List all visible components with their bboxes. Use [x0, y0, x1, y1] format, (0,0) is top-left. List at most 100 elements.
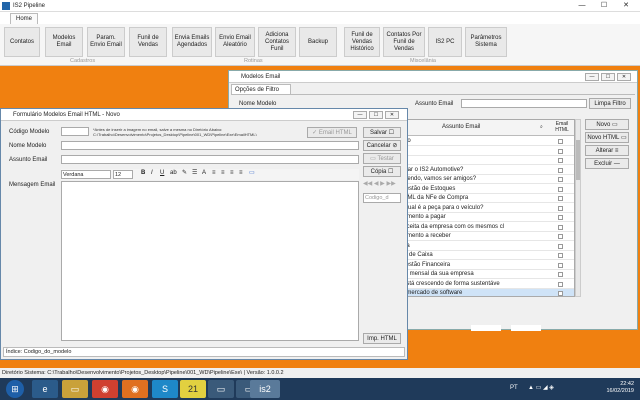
align-right-icon[interactable]: ≡ [230, 169, 234, 177]
search-icon[interactable]: ⌕ [540, 124, 543, 130]
param-envio-email-button[interactable]: Param. Envio Email [87, 27, 125, 57]
codigo-select[interactable]: Codigo_d [363, 193, 401, 203]
row-html-checkbox[interactable] [558, 205, 563, 211]
bg-footer-box-1 [471, 325, 501, 331]
row-html-checkbox[interactable] [558, 167, 563, 173]
envia-emails-agendados-button[interactable]: Envia Emails Agendados [172, 27, 212, 57]
grid-header-html[interactable]: Email HTML [552, 121, 572, 133]
contatos-button[interactable]: Contatos [4, 27, 40, 57]
row-html-checkbox[interactable] [558, 148, 563, 154]
novo-html-button[interactable]: Novo HTML ▭ [585, 132, 629, 143]
firefox-icon[interactable]: ◉ [122, 380, 148, 398]
alterar-label: Alterar [595, 147, 614, 154]
grid-scrollbar[interactable] [575, 119, 581, 297]
strike-icon[interactable]: ab [170, 169, 177, 177]
delete-icon: — [613, 160, 620, 167]
bg-minimize-button[interactable]: — [585, 73, 599, 81]
row-html-checkbox[interactable] [558, 215, 563, 220]
backup-button[interactable]: Backup [299, 27, 337, 57]
excluir-button[interactable]: Excluir — [585, 158, 629, 169]
row-html-checkbox[interactable] [558, 158, 563, 163]
funil-vendas-historico-button[interactable]: Funil de Vendas Histórico [344, 27, 380, 57]
filter-assunto-input[interactable] [461, 99, 587, 108]
new-html-icon: ▭ [621, 135, 627, 141]
clock-time: 22:42 [620, 381, 634, 387]
novo-button[interactable]: Novo ▭ [585, 119, 629, 130]
row-html-checkbox[interactable] [558, 272, 563, 277]
underline-icon[interactable]: U [160, 169, 164, 177]
form-minimize-button[interactable]: — [353, 111, 367, 119]
row-html-checkbox[interactable] [558, 243, 563, 249]
contatos-por-funil-button[interactable]: Contatos Por Funil de Vendas [383, 27, 425, 57]
codigo-input[interactable] [61, 127, 89, 136]
envio-email-aleatorio-button[interactable]: Envio Email Aleatório [215, 27, 255, 57]
is2-pc-button[interactable]: IS2 PC [428, 27, 462, 57]
justify-icon[interactable]: ≡ [239, 169, 243, 177]
start-icon[interactable]: ⊞ [6, 380, 24, 398]
row-html-checkbox[interactable] [558, 291, 563, 296]
chrome-icon[interactable]: ◉ [92, 380, 118, 398]
calendar-icon[interactable]: 21 [180, 380, 206, 398]
bg-maximize-button[interactable]: ☐ [601, 73, 615, 81]
font-color-icon[interactable]: A [202, 169, 206, 177]
salvar-button[interactable]: Salvar ☐ [363, 127, 401, 138]
close-button[interactable]: ✕ [616, 0, 636, 12]
align-left-icon[interactable]: ≡ [212, 169, 216, 177]
row-html-checkbox[interactable] [558, 224, 563, 230]
font-size-value: 12 [115, 172, 122, 178]
clock[interactable]: 22:42 16/02/2019 [606, 381, 634, 395]
grid-header-assunto[interactable]: Assunto Email [442, 124, 480, 130]
app-title: IS2 Pipeline [13, 2, 46, 9]
ie-icon[interactable]: e [32, 380, 58, 398]
font-size-select[interactable]: 12 [113, 170, 133, 179]
testar-button[interactable]: ▭ Testar [363, 153, 401, 164]
tab-opcoes-filtro[interactable]: Opções de Filtro [231, 84, 291, 94]
modelos-email-button[interactable]: Modelos Email [45, 27, 83, 57]
row-html-checkbox[interactable] [558, 262, 563, 268]
alterar-button[interactable]: Alterar ≡ [585, 145, 629, 156]
app-window-icon[interactable]: ▭ [208, 380, 234, 398]
adiciona-contatos-funil-button[interactable]: Adiciona Contatos Funil [258, 27, 296, 57]
link-icon[interactable]: ▭ [249, 169, 255, 177]
imp-html-button[interactable]: Imp. HTML [363, 333, 401, 344]
copia-button[interactable]: Cópia ☐ [363, 166, 401, 177]
row-html-checkbox[interactable] [558, 281, 563, 287]
row-html-checkbox[interactable] [558, 177, 563, 182]
editor-toolbar: Verdana 12 B I U ab ✎ ☰ A ≡ ≡ ≡ ≡ ▭ [61, 169, 359, 180]
italic-icon[interactable]: I [151, 169, 153, 177]
bullet-list-icon[interactable]: ☰ [192, 169, 197, 177]
is2-taskbar-button[interactable]: is2 [250, 380, 280, 398]
form-maximize-button[interactable]: ☐ [369, 111, 383, 119]
assunto-input[interactable] [61, 155, 359, 164]
font-name-select[interactable]: Verdana [61, 170, 111, 179]
limpa-filtro-button[interactable]: Limpa Filtro [589, 98, 631, 109]
mensagem-editor[interactable] [61, 181, 359, 341]
email-html-checkbox[interactable]: ✓ Email HTML [307, 127, 357, 138]
parametros-sistema-button[interactable]: Parâmetros Sistema [465, 27, 507, 57]
bg-close-button[interactable]: ✕ [617, 73, 631, 81]
minimize-button[interactable]: — [572, 0, 592, 12]
ribbon: Contatos Modelos Email Param. Envio Emai… [0, 24, 640, 66]
form-close-button[interactable]: ✕ [385, 111, 399, 119]
tray-icons[interactable]: ▲ ▭ ◢ ◈ [528, 384, 554, 391]
group-miscelania: Miscelânia [410, 58, 436, 64]
email-html-label: Email HTML [318, 129, 352, 136]
row-html-checkbox[interactable] [558, 186, 563, 192]
row-html-checkbox[interactable] [558, 253, 563, 258]
align-center-icon[interactable]: ≡ [221, 169, 225, 177]
tab-home[interactable]: Home [10, 13, 39, 24]
codigo-select-value: Codigo_d [365, 195, 389, 201]
maximize-button[interactable]: ☐ [594, 0, 614, 12]
folder-icon[interactable]: ▭ [62, 380, 88, 398]
funil-vendas-button[interactable]: Funil de Vendas [129, 27, 167, 57]
row-html-checkbox[interactable] [558, 234, 563, 239]
nav-arrows[interactable]: ◀◀ ◀ ▶ ▶▶ [363, 180, 401, 190]
highlight-icon[interactable]: ✎ [182, 169, 187, 177]
row-html-checkbox[interactable] [558, 196, 563, 201]
nome-input[interactable] [61, 141, 359, 150]
row-html-checkbox[interactable] [558, 139, 563, 144]
bold-icon[interactable]: B [141, 169, 145, 177]
language-indicator[interactable]: PT [510, 385, 518, 391]
cancelar-button[interactable]: Cancelar ⊘ [363, 140, 401, 151]
skype-icon[interactable]: S [152, 380, 178, 398]
